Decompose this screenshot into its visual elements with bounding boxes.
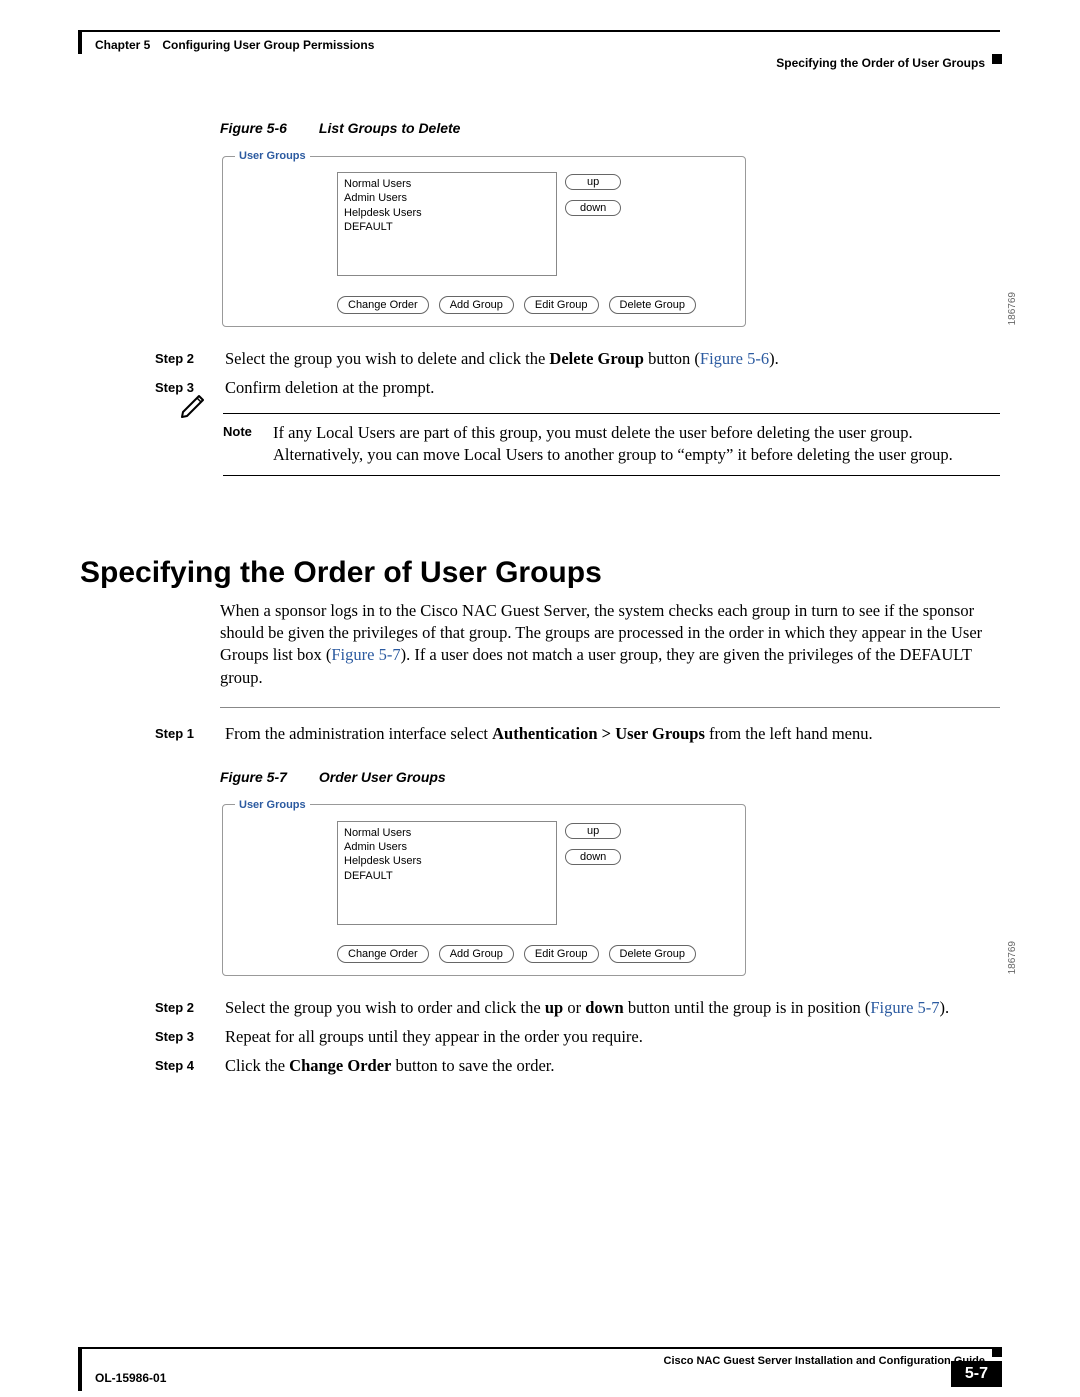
bold-text: up: [545, 998, 563, 1017]
list-item[interactable]: Helpdesk Users: [344, 206, 550, 220]
figure-6-title: List Groups to Delete: [319, 120, 461, 136]
figure-6-id: 186769: [1007, 292, 1018, 325]
page-number: 5-7: [951, 1361, 1002, 1387]
step-label: Step 2: [155, 996, 225, 1019]
list-item[interactable]: Normal Users: [344, 177, 550, 191]
bold-text: down: [585, 998, 624, 1017]
change-order-button[interactable]: Change Order: [337, 945, 429, 963]
step-label: Step 4: [155, 1054, 225, 1077]
step-text: Select the group you wish to order and c…: [225, 998, 545, 1017]
figure-7-id: 186769: [1007, 941, 1018, 974]
figure-7-title: Order User Groups: [319, 769, 446, 785]
list-item[interactable]: Normal Users: [344, 826, 550, 840]
user-groups-legend: User Groups: [235, 150, 310, 162]
note-block: Note If any Local Users are part of this…: [173, 413, 1000, 476]
step-text: Click the: [225, 1056, 289, 1075]
step-label: Step 1: [155, 722, 225, 745]
footer-square: [992, 1347, 1002, 1357]
figure-7-caption: Figure 5-7 Order User Groups: [220, 769, 1000, 785]
list-item[interactable]: DEFAULT: [344, 869, 550, 883]
step-text: from the left hand menu.: [705, 724, 873, 743]
header-section: Specifying the Order of User Groups: [776, 56, 985, 70]
figure-link[interactable]: Figure 5-6: [700, 349, 769, 368]
figure-7: User Groups Normal Users Admin Users Hel…: [220, 799, 1000, 976]
bold-text: Authentication > User Groups: [492, 724, 705, 743]
note-label: Note: [223, 422, 273, 467]
step-a2: Step 2 Select the group you wish to dele…: [155, 347, 1000, 370]
step-text: ).: [940, 998, 950, 1017]
add-group-button[interactable]: Add Group: [439, 296, 514, 314]
figure-6-label: Figure 5-6: [220, 120, 315, 136]
step-text: Repeat for all groups until they appear …: [225, 1025, 1000, 1048]
step-text: button until the group is in position (: [624, 998, 871, 1017]
up-button[interactable]: up: [565, 823, 621, 839]
step-a3: Step 3 Confirm deletion at the prompt.: [155, 376, 1000, 399]
user-groups-panel: User Groups Normal Users Admin Users Hel…: [222, 150, 746, 327]
down-button[interactable]: down: [565, 200, 621, 216]
step-b1: Step 1 From the administration interface…: [155, 722, 1000, 745]
figure-7-label: Figure 5-7: [220, 769, 315, 785]
step-c4: Step 4 Click the Change Order button to …: [155, 1054, 1000, 1077]
groups-listbox[interactable]: Normal Users Admin Users Helpdesk Users …: [337, 821, 557, 925]
list-item[interactable]: DEFAULT: [344, 220, 550, 234]
down-button[interactable]: down: [565, 849, 621, 865]
delete-group-button[interactable]: Delete Group: [609, 296, 696, 314]
figure-link[interactable]: Figure 5-7: [331, 645, 400, 664]
step-text: Confirm deletion at the prompt.: [225, 376, 1000, 399]
bold-text: Delete Group: [549, 349, 644, 368]
header-marker: [78, 30, 82, 54]
rule: [223, 475, 1000, 476]
footer-rule: [80, 1347, 1000, 1349]
step-text: Select the group you wish to delete and …: [225, 349, 549, 368]
pencil-icon: [173, 422, 223, 467]
step-text: From the administration interface select: [225, 724, 492, 743]
step-c2: Step 2 Select the group you wish to orde…: [155, 996, 1000, 1019]
delete-group-button[interactable]: Delete Group: [609, 945, 696, 963]
step-label: Step 2: [155, 347, 225, 370]
header-chapter: Chapter 5 Configuring User Group Permiss…: [95, 38, 374, 52]
footer-ol: OL-15986-01: [95, 1371, 166, 1385]
rule: [220, 707, 1000, 708]
add-group-button[interactable]: Add Group: [439, 945, 514, 963]
list-item[interactable]: Helpdesk Users: [344, 854, 550, 868]
step-text: button (: [644, 349, 700, 368]
section-heading: Specifying the Order of User Groups: [80, 556, 1000, 590]
list-item[interactable]: Admin Users: [344, 840, 550, 854]
edit-group-button[interactable]: Edit Group: [524, 945, 599, 963]
groups-listbox[interactable]: Normal Users Admin Users Helpdesk Users …: [337, 172, 557, 276]
user-groups-panel: User Groups Normal Users Admin Users Hel…: [222, 799, 746, 976]
step-text: or: [563, 998, 585, 1017]
header-rule: [80, 30, 1000, 32]
footer-marker: [78, 1347, 82, 1391]
up-button[interactable]: up: [565, 174, 621, 190]
edit-group-button[interactable]: Edit Group: [524, 296, 599, 314]
list-item[interactable]: Admin Users: [344, 191, 550, 205]
step-text: ).: [769, 349, 779, 368]
figure-6: User Groups Normal Users Admin Users Hel…: [220, 150, 1000, 327]
figure-link[interactable]: Figure 5-7: [870, 998, 939, 1017]
note-text: If any Local Users are part of this grou…: [273, 422, 1000, 467]
change-order-button[interactable]: Change Order: [337, 296, 429, 314]
step-text: button to save the order.: [391, 1056, 554, 1075]
figure-6-caption: Figure 5-6 List Groups to Delete: [220, 120, 1000, 136]
page: Chapter 5 Configuring User Group Permiss…: [0, 0, 1080, 1397]
footer-doc-title: Cisco NAC Guest Server Installation and …: [664, 1355, 986, 1367]
section-paragraph: When a sponsor logs in to the Cisco NAC …: [220, 600, 1000, 689]
content-region: Figure 5-6 List Groups to Delete User Gr…: [80, 120, 1000, 1083]
bold-text: Change Order: [289, 1056, 391, 1075]
user-groups-legend: User Groups: [235, 799, 310, 811]
header-square: [992, 54, 1002, 64]
step-label: Step 3: [155, 1025, 225, 1048]
rule: [223, 413, 1000, 414]
step-c3: Step 3 Repeat for all groups until they …: [155, 1025, 1000, 1048]
